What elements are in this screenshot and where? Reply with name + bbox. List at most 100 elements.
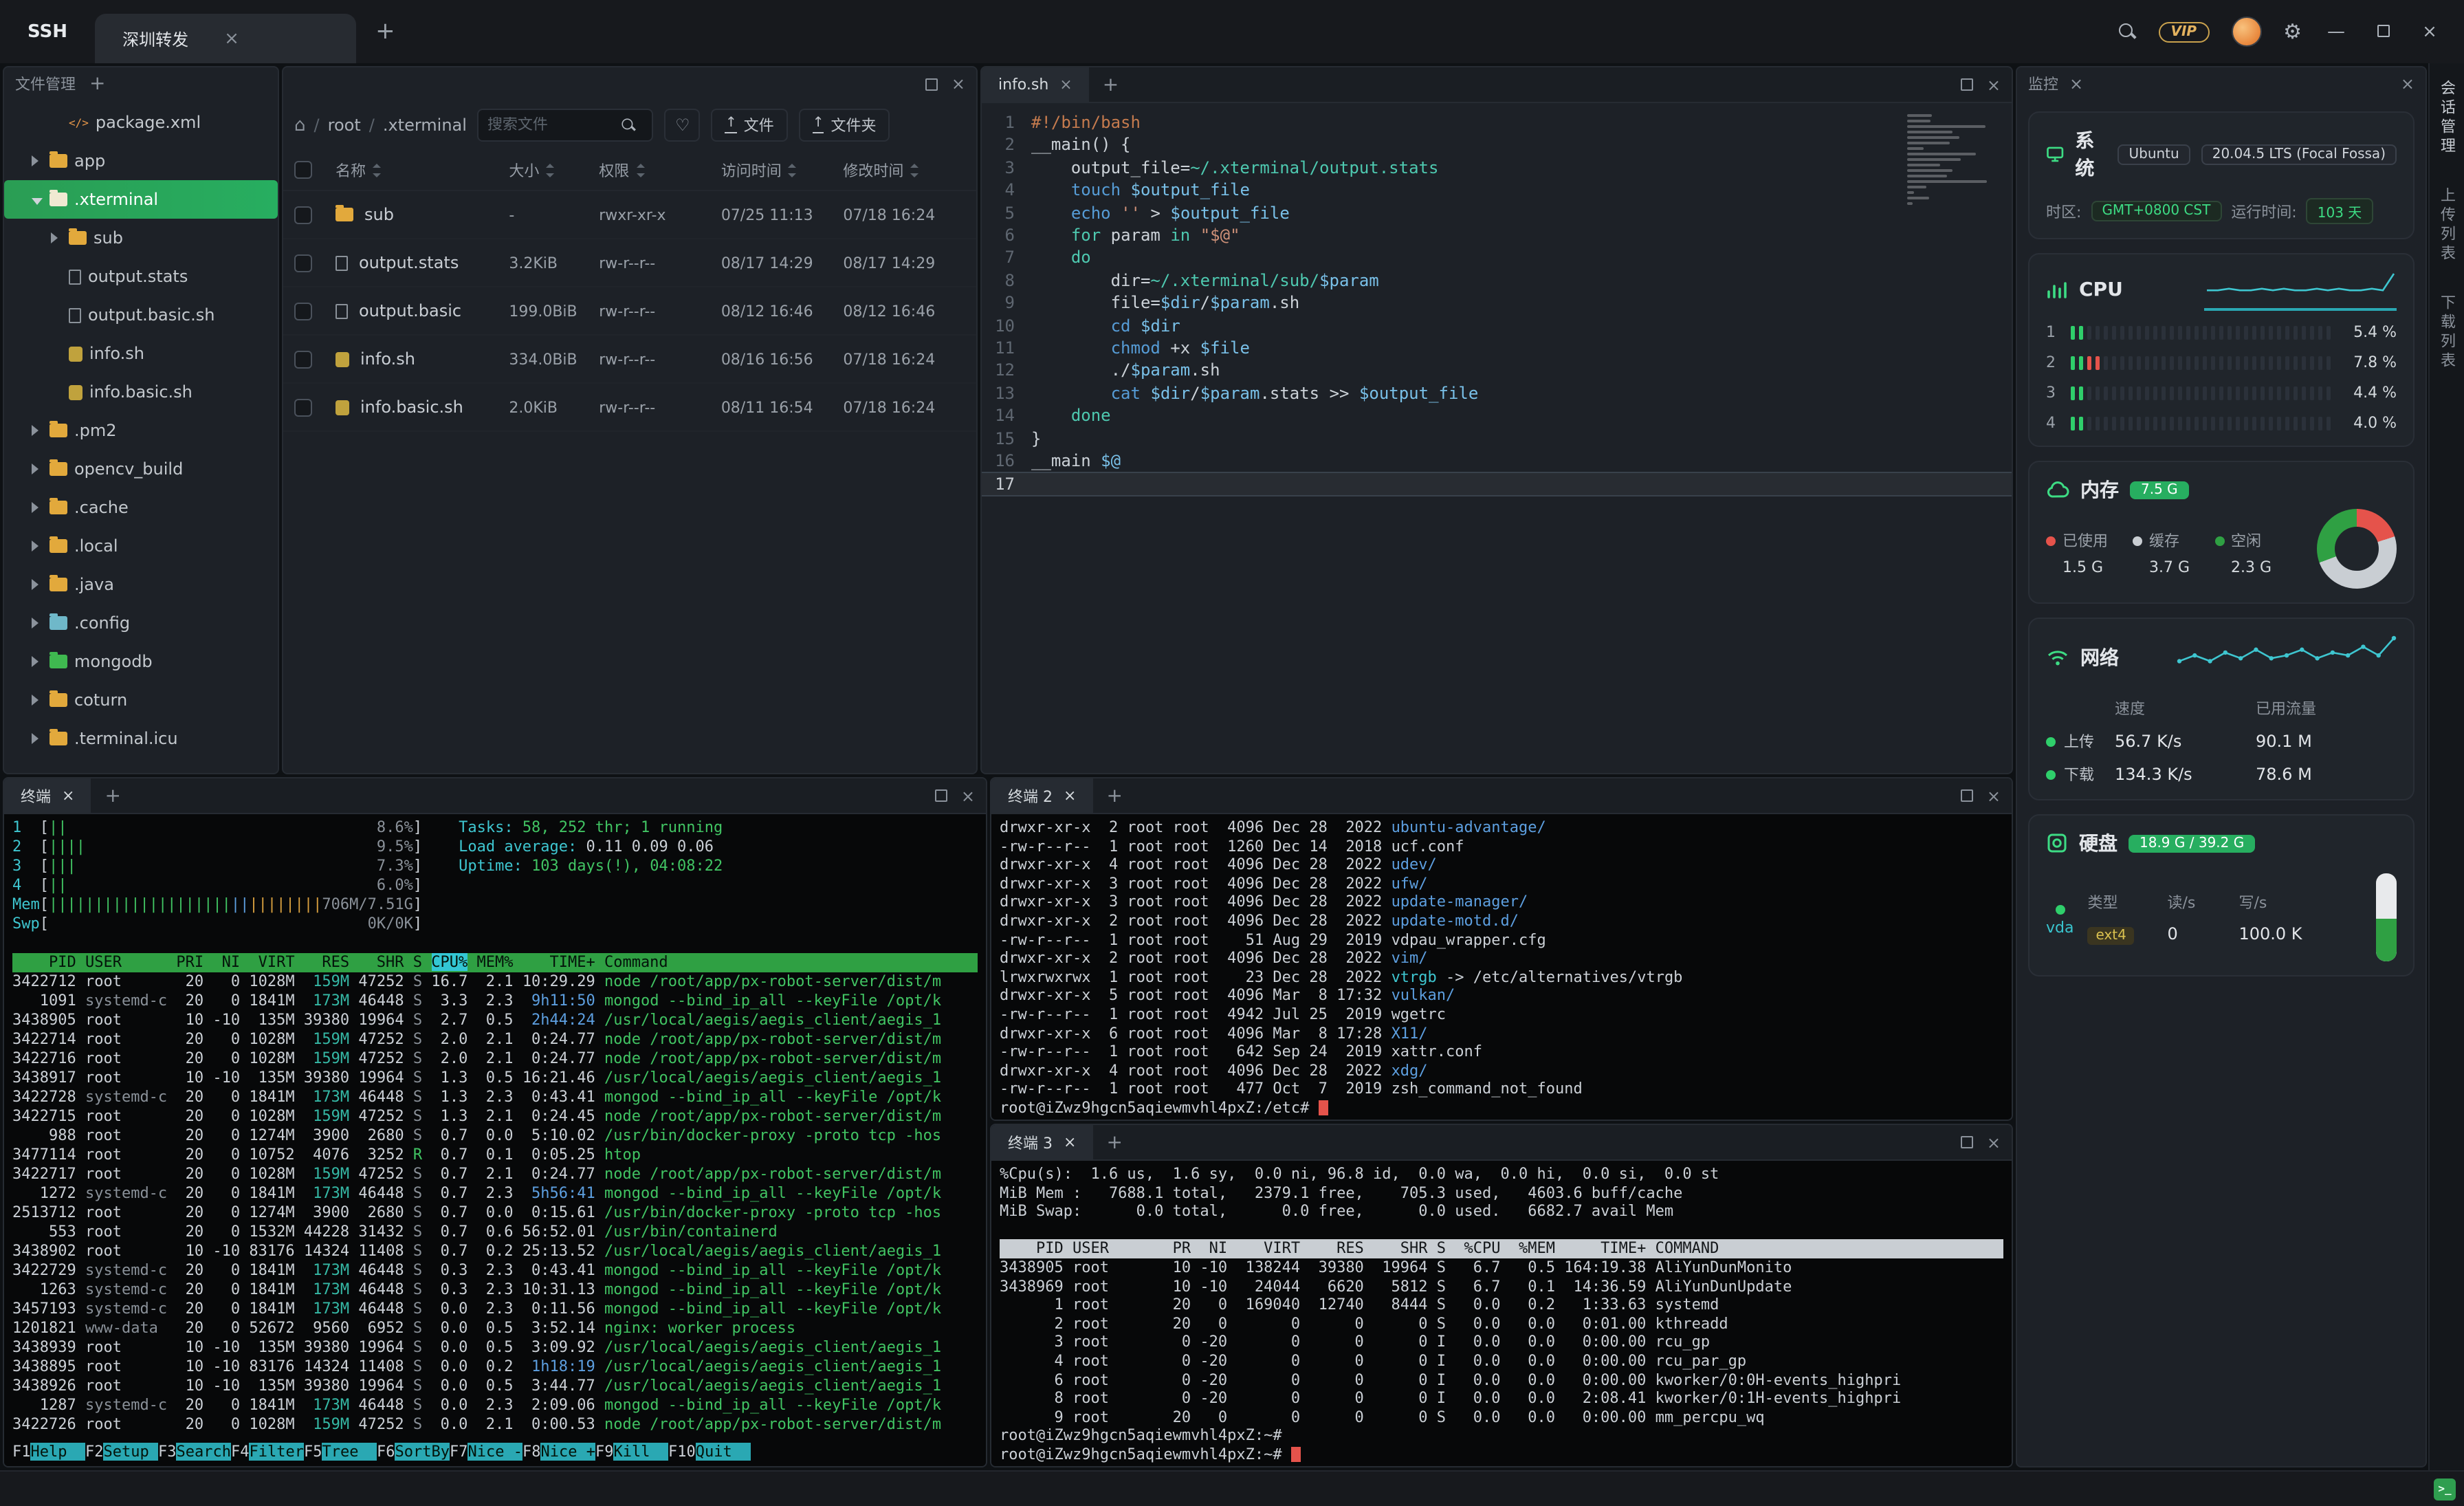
search-input[interactable] (487, 117, 619, 133)
fkey-F2[interactable]: F2 (85, 1443, 104, 1461)
chevron-right-icon[interactable] (32, 652, 43, 671)
expand-icon[interactable] (1960, 78, 1973, 91)
tree-item-.local[interactable]: .local (4, 527, 278, 565)
fkey-label[interactable]: Tree (322, 1443, 377, 1461)
row-checkbox[interactable] (294, 254, 312, 272)
file-row-info.basic.sh[interactable]: info.basic.sh 2.0KiB rw-r--r-- 08/11 16:54 0… (283, 384, 976, 432)
chevron-right-icon[interactable] (32, 459, 43, 479)
new-terminal-button[interactable]: + (1092, 786, 1136, 805)
close-tab-icon[interactable]: × (62, 787, 74, 805)
file-row-output.stats[interactable]: output.stats 3.2KiB rw-r--r-- 08/17 14:29 08… (283, 239, 976, 287)
close-icon[interactable]: × (1987, 76, 2001, 93)
breadcrumb-folder[interactable]: .xterminal (383, 116, 467, 135)
tree-item-sub[interactable]: sub (4, 219, 278, 257)
column-header[interactable]: 修改时间 (843, 159, 965, 181)
code-editor[interactable]: 1 #!/bin/bash 2 __main() {3 output_file=~/.… (982, 103, 2012, 496)
minimize-button[interactable]: — (2324, 21, 2348, 42)
tree-item-output.basic.sh[interactable]: output.basic.sh (4, 296, 278, 334)
fkey-F5[interactable]: F5 (304, 1443, 322, 1461)
file-row-output.basic[interactable]: output.basic 199.0BiB rw-r--r-- 08/12 16:46… (283, 287, 976, 336)
tab-upload-list[interactable]: 上传列表 (2436, 187, 2458, 264)
fkey-label[interactable]: Search (176, 1443, 231, 1461)
tree-item-.xterminal[interactable]: .xterminal (4, 180, 278, 219)
fkey-label[interactable]: Nice + (540, 1443, 595, 1461)
chevron-right-icon[interactable] (32, 690, 43, 710)
search-box[interactable] (477, 109, 654, 142)
avatar[interactable] (2231, 17, 2262, 47)
chevron-right-icon[interactable] (32, 536, 43, 556)
column-header[interactable]: 访问时间 (721, 159, 844, 181)
close-tab-icon[interactable]: × (2069, 76, 2083, 92)
select-all-checkbox[interactable] (294, 161, 312, 179)
file-row-info.sh[interactable]: info.sh 334.0BiB rw-r--r-- 08/16 16:56 07/18… (283, 336, 976, 384)
favorite-button[interactable]: ♡ (664, 109, 701, 142)
tree-item-.java[interactable]: .java (4, 565, 278, 604)
tree-item-mongodb[interactable]: mongodb (4, 642, 278, 681)
tab-download-list[interactable]: 下载列表 (2436, 294, 2458, 371)
fkey-F9[interactable]: F9 (595, 1443, 614, 1461)
fkey-label[interactable]: Nice - (468, 1443, 522, 1461)
fkey-F4[interactable]: F4 (231, 1443, 250, 1461)
chevron-right-icon[interactable] (51, 228, 62, 248)
tree-item-info.sh[interactable]: info.sh (4, 334, 278, 373)
fkey-label[interactable]: Quit (695, 1443, 751, 1461)
monitor-tab-label[interactable]: 监控 (2028, 73, 2058, 95)
close-tab-icon[interactable]: × (1059, 76, 1072, 94)
tree-item-package.xml[interactable]: </> package.xml (4, 103, 278, 142)
expand-icon[interactable] (934, 789, 947, 802)
row-checkbox[interactable] (294, 398, 312, 416)
fkey-F6[interactable]: F6 (377, 1443, 395, 1461)
tree-item-opencv_build[interactable]: opencv_build (4, 450, 278, 488)
terminal-3-tab[interactable]: 终端 3 × (991, 1125, 1093, 1160)
close-icon[interactable]: × (952, 76, 965, 92)
chevron-right-icon[interactable] (32, 729, 43, 748)
htop-function-bar[interactable]: F1Help F2Setup F3SearchF4FilterF5Tree F6… (12, 1443, 978, 1462)
fkey-label[interactable]: Filter (249, 1443, 304, 1461)
close-icon[interactable]: × (1987, 787, 2001, 804)
sort-icon[interactable] (373, 163, 382, 177)
column-header[interactable]: 权限 (599, 159, 721, 181)
chevron-right-icon[interactable] (32, 151, 43, 171)
close-window-button[interactable]: × (2417, 21, 2442, 42)
tree-item-.config[interactable]: .config (4, 604, 278, 642)
chevron-right-icon[interactable] (32, 421, 43, 440)
chevron-down-icon[interactable] (32, 190, 43, 209)
sort-icon[interactable] (788, 163, 798, 177)
fkey-F1[interactable]: F1 (12, 1443, 31, 1461)
fkey-label[interactable]: SortBy (395, 1443, 450, 1461)
upload-folder-button[interactable]: ↑ 文件夹 (798, 109, 890, 142)
upload-file-button[interactable]: ↑ 文件 (711, 109, 788, 142)
column-header[interactable]: 名称 (336, 159, 509, 181)
chevron-right-icon[interactable] (32, 498, 43, 517)
maximize-button[interactable] (2370, 21, 2395, 42)
expand-icon[interactable] (925, 78, 938, 90)
terminal-1-screen[interactable]: F1Help F2Setup F3SearchF4FilterF5Tree F6… (4, 814, 986, 1466)
search-icon[interactable] (2118, 22, 2137, 41)
editor-tab[interactable]: info.sh × (982, 67, 1089, 102)
fkey-F10[interactable]: F10 (668, 1443, 696, 1461)
breadcrumb-root[interactable]: root (328, 116, 361, 135)
terminal-2-screen[interactable]: drwxr-xr-x 2 root root 4096 Dec 28 2022 … (991, 814, 2012, 1120)
new-tab-button[interactable]: + (1089, 75, 1132, 94)
column-header[interactable]: 大小 (509, 159, 599, 181)
new-terminal-button[interactable]: + (91, 786, 134, 805)
row-checkbox[interactable] (294, 302, 312, 320)
expand-icon[interactable] (1960, 789, 1973, 802)
fkey-label[interactable]: Kill (613, 1443, 668, 1461)
new-terminal-button[interactable]: + (1092, 1133, 1136, 1152)
tree-item-info.basic.sh[interactable]: info.basic.sh (4, 373, 278, 411)
sort-icon[interactable] (546, 163, 556, 177)
tree-item-app[interactable]: app (4, 142, 278, 180)
fkey-F8[interactable]: F8 (522, 1443, 541, 1461)
close-icon[interactable]: × (961, 787, 975, 804)
breadcrumb[interactable]: ⌂ / root / .xterminal (294, 115, 467, 135)
terminal-1-tab[interactable]: 终端 × (4, 778, 91, 814)
fkey-F3[interactable]: F3 (158, 1443, 177, 1461)
close-icon[interactable]: × (2401, 76, 2414, 92)
tree-item-output.stats[interactable]: output.stats (4, 257, 278, 296)
terminal-3-screen[interactable]: %Cpu(s): 1.6 us, 1.6 sy, 0.0 ni, 96.8 id… (991, 1161, 2012, 1466)
tree-item-.pm2[interactable]: .pm2 (4, 411, 278, 450)
terminal-launcher-icon[interactable]: >_ (2434, 1478, 2456, 1500)
tree-item-.cache[interactable]: .cache (4, 488, 278, 527)
gear-icon[interactable]: ⚙ (2283, 19, 2302, 44)
